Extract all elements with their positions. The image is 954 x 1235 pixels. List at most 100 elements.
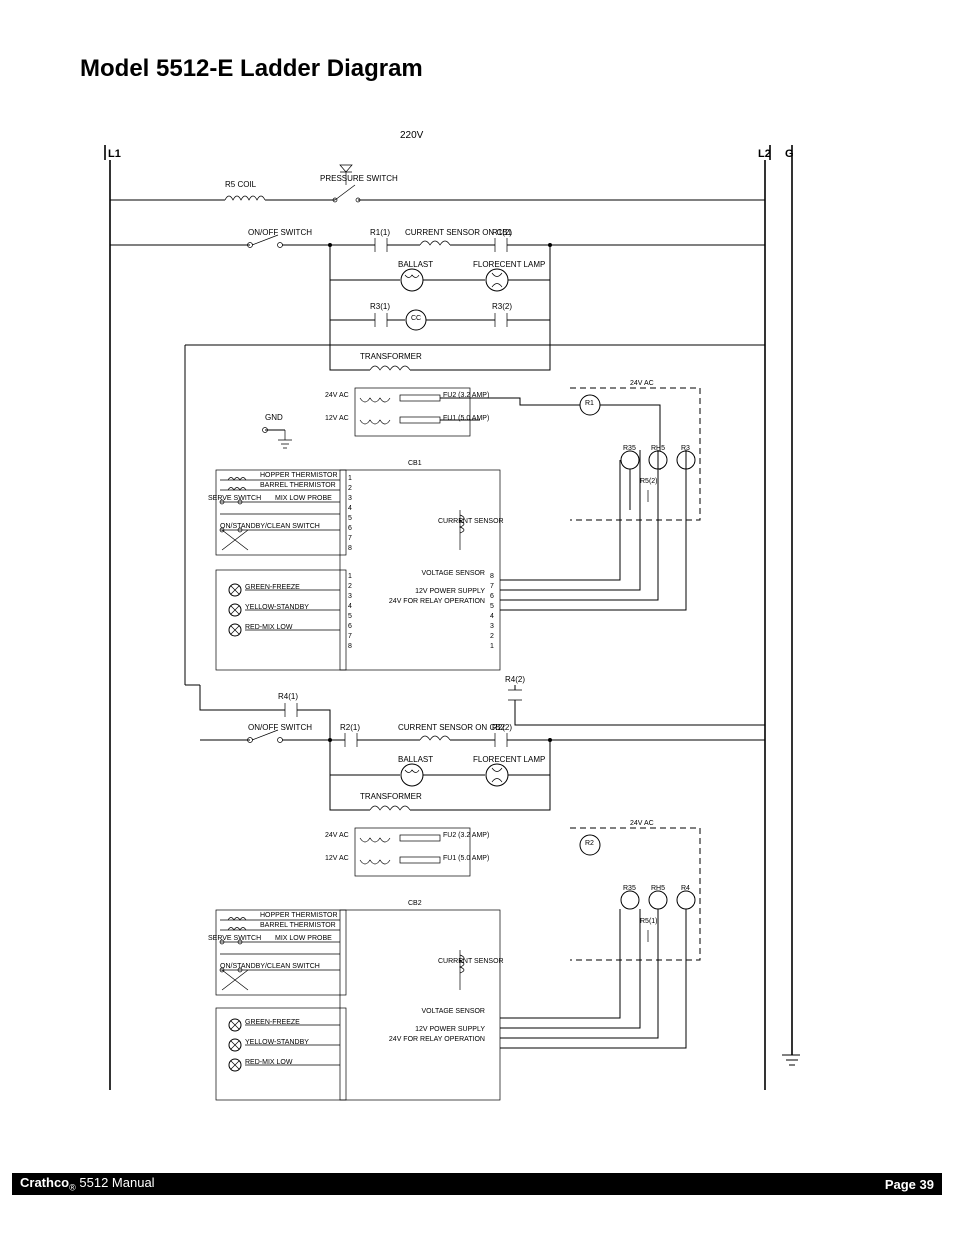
r5-1: R5(1) bbox=[640, 918, 658, 925]
currentsensor-2: CURRENT SENSOR bbox=[438, 958, 504, 965]
onoff-switch-1: ON/OFF SWITCH bbox=[248, 228, 312, 237]
svg-text:4: 4 bbox=[348, 603, 352, 610]
fu1-1: FU1 (5.0 AMP) bbox=[443, 415, 489, 422]
svg-text:4: 4 bbox=[348, 505, 352, 512]
fu2-2: FU2 (3.2 AMP) bbox=[443, 832, 489, 839]
svg-text:7: 7 bbox=[490, 583, 494, 590]
svg-text:7: 7 bbox=[348, 535, 352, 542]
serve-1: SERVE SWITCH bbox=[208, 495, 261, 502]
onstandby-2: ON/STANDBY/CLEAN SWITCH bbox=[220, 963, 320, 970]
pwr12-1: 12V POWER SUPPLY bbox=[410, 588, 485, 595]
mixlow-2: MIX LOW PROBE bbox=[275, 935, 332, 942]
svg-text:8: 8 bbox=[348, 643, 352, 650]
footer-left: Crathco® 5512 Manual bbox=[20, 1175, 155, 1193]
svg-text:8: 8 bbox=[490, 573, 494, 580]
hopper-2: HOPPER THERMISTOR bbox=[260, 912, 338, 919]
green-2: GREEN-FREEZE bbox=[245, 1019, 300, 1026]
svg-text:5: 5 bbox=[348, 613, 352, 620]
gnd-1-label: GND bbox=[265, 413, 283, 422]
relay24-1: 24V FOR RELAY OPERATION bbox=[385, 598, 485, 605]
v24ac-box-1: 24V AC bbox=[630, 380, 654, 387]
svg-text:6: 6 bbox=[348, 525, 352, 532]
svg-text:5: 5 bbox=[490, 603, 494, 610]
lamp-2: FLORECENT LAMP bbox=[473, 755, 545, 764]
relay24-2: 24V FOR RELAY OPERATION bbox=[385, 1036, 485, 1043]
red-2: RED-MIX LOW bbox=[245, 1059, 292, 1066]
svg-text:3: 3 bbox=[490, 623, 494, 630]
onoff-switch-2: ON/OFF SWITCH bbox=[248, 723, 312, 732]
transformer-1-label: TRANSFORMER bbox=[360, 352, 422, 361]
cb1-label: CB1 bbox=[408, 460, 422, 467]
voltagesensor-2: VOLTAGE SENSOR bbox=[420, 1008, 485, 1015]
transformer-1 bbox=[330, 320, 550, 436]
barrel-1: BARREL THERMISTOR bbox=[260, 482, 336, 489]
pwr12-2: 12V POWER SUPPLY bbox=[410, 1026, 485, 1033]
voltagesensor-1: VOLTAGE SENSOR bbox=[420, 570, 485, 577]
svg-text:1: 1 bbox=[348, 573, 352, 580]
currentsensor-1: CURRENT SENSOR bbox=[438, 518, 504, 525]
r3-1: R3(1) bbox=[370, 302, 390, 311]
mixlow-1: MIX LOW PROBE bbox=[275, 495, 332, 502]
svg-text:2: 2 bbox=[490, 633, 494, 640]
coil-r3-1: R3 bbox=[681, 445, 690, 452]
gnd-1 bbox=[263, 428, 293, 449]
cc-1: CC bbox=[411, 315, 421, 322]
v24ac-box-2: 24V AC bbox=[630, 820, 654, 827]
pressure-switch-label: PRESSURE SWITCH bbox=[320, 174, 398, 183]
lamp-1: FLORECENT LAMP bbox=[473, 260, 545, 269]
r1-coil: R1 bbox=[585, 400, 594, 407]
hopper-1: HOPPER THERMISTOR bbox=[260, 472, 338, 479]
r2-1: R2(1) bbox=[340, 723, 360, 732]
v24-2: 24V AC bbox=[325, 832, 349, 839]
v12-1: 12V AC bbox=[325, 415, 349, 422]
coil-r4-2: R4 bbox=[681, 885, 690, 892]
rung-cc-1 bbox=[330, 280, 550, 330]
svg-text:1: 1 bbox=[348, 475, 352, 482]
r1-2: R1(2) bbox=[492, 228, 512, 237]
ladder-diagram: 220V L1 L2 G bbox=[100, 130, 800, 1110]
footer-page: Page 39 bbox=[885, 1177, 934, 1192]
svg-text:7: 7 bbox=[348, 633, 352, 640]
svg-text:3: 3 bbox=[348, 495, 352, 502]
green-1: GREEN-FREEZE bbox=[245, 584, 300, 591]
rung-onoff-1 bbox=[110, 235, 765, 252]
r3-2: R3(2) bbox=[492, 302, 512, 311]
svg-text:4: 4 bbox=[490, 613, 494, 620]
cs-cb2: CURRENT SENSOR ON CB2 bbox=[398, 723, 505, 732]
fu2-1: FU2 (3.2 AMP) bbox=[443, 392, 489, 399]
ballast-1: BALLAST bbox=[398, 260, 433, 269]
coil-rh5-1: RH5 bbox=[651, 445, 665, 452]
v12-2: 12V AC bbox=[325, 855, 349, 862]
page-title: Model 5512-E Ladder Diagram bbox=[80, 55, 423, 83]
rung-onoff-2 bbox=[200, 730, 765, 747]
fu1-2: FU1 (5.0 AMP) bbox=[443, 855, 489, 862]
coil-r35-1: R35 bbox=[623, 445, 636, 452]
r4-1: R4(1) bbox=[278, 692, 298, 701]
r1-1: R1(1) bbox=[370, 228, 390, 237]
onstandby-1: ON/STANDBY/CLEAN SWITCH bbox=[220, 523, 320, 530]
coil-r35-2: R35 bbox=[623, 885, 636, 892]
r4-2: R4(2) bbox=[505, 675, 525, 684]
transformer-2-label: TRANSFORMER bbox=[360, 792, 422, 801]
svg-text:1: 1 bbox=[490, 643, 494, 650]
svg-text:2: 2 bbox=[348, 583, 352, 590]
svg-text:6: 6 bbox=[490, 593, 494, 600]
rung-r5coil bbox=[110, 165, 765, 202]
r2-coil: R2 bbox=[585, 840, 594, 847]
svg-text:6: 6 bbox=[348, 623, 352, 630]
red-1: RED-MIX LOW bbox=[245, 624, 292, 631]
serve-2: SERVE SWITCH bbox=[208, 935, 261, 942]
ballast-2: BALLAST bbox=[398, 755, 433, 764]
yellow-2: YELLOW-STANDBY bbox=[245, 1039, 309, 1046]
r5-2: R5(2) bbox=[640, 478, 658, 485]
transformer-2 bbox=[330, 775, 550, 876]
svg-text:5: 5 bbox=[348, 515, 352, 522]
svg-text:2: 2 bbox=[348, 485, 352, 492]
v24-1: 24V AC bbox=[325, 392, 349, 399]
page-footer: Crathco® 5512 Manual Page 39 bbox=[12, 1173, 942, 1195]
svg-text:3: 3 bbox=[348, 593, 352, 600]
r5-coil-label: R5 COIL bbox=[225, 180, 256, 189]
barrel-2: BARREL THERMISTOR bbox=[260, 922, 336, 929]
coil-rh5-2: RH5 bbox=[651, 885, 665, 892]
cb2-label: CB2 bbox=[408, 900, 422, 907]
